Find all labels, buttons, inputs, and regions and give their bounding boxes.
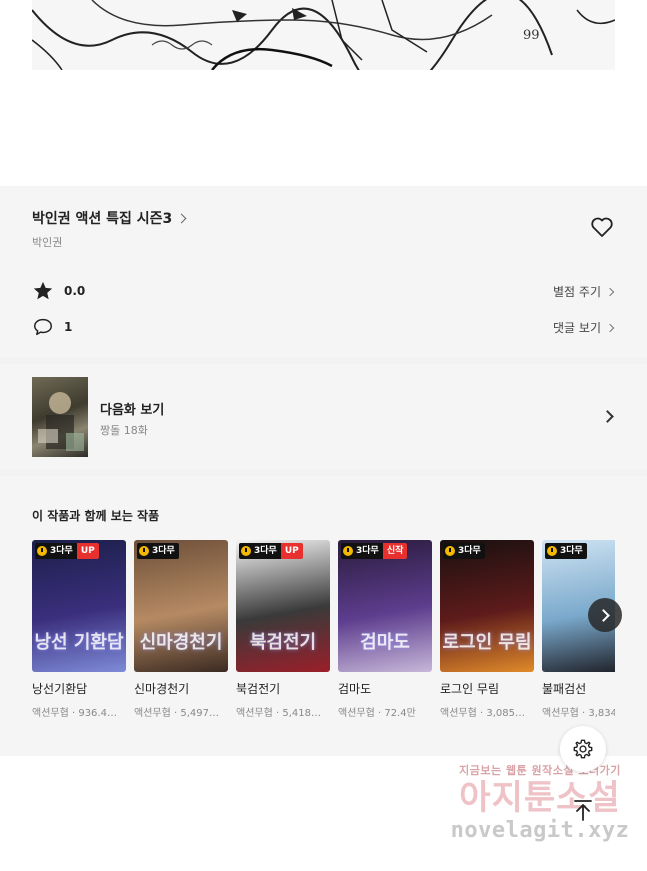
- free-wait-badge: 3다무: [239, 543, 281, 559]
- recommendation-item[interactable]: 3다무 로그인 무림 로그인 무림 액션무협 · 3,085…: [440, 540, 534, 719]
- badge-group: 3다무 UP: [239, 543, 303, 559]
- free-wait-badge: 3다무: [443, 543, 485, 559]
- clock-icon: [343, 546, 353, 556]
- heart-icon[interactable]: [590, 216, 614, 238]
- recommendations-carousel: 3다무 UP 낭선 기환담 낭선기환담 액션무협 · 936.4… 3다무 신마경천기 신마경…: [32, 540, 615, 720]
- recommendation-title: 검마도: [338, 682, 372, 696]
- comments-row: 1: [32, 316, 72, 338]
- recommendation-meta: 액션무협 · 5,497…: [134, 708, 219, 719]
- badge-group: 3다무 UP: [35, 543, 99, 559]
- recommendations-heading: 이 작품과 함께 보는 작품: [32, 509, 160, 523]
- watermark-tagline: 지금보는 웹툰 원작소설 보러가기: [459, 764, 621, 777]
- recommendation-meta: 액션무협 · 5,418…: [236, 708, 321, 719]
- recommendation-meta: 액션무협 · 936.4…: [32, 708, 117, 719]
- cover-title-art: 검마도: [360, 632, 410, 653]
- rate-button-label: 별점 주기: [553, 285, 601, 299]
- rate-button[interactable]: 별점 주기: [553, 283, 615, 300]
- recommendation-title: 불패검선: [542, 682, 587, 696]
- chevron-right-icon: [597, 608, 610, 622]
- free-wait-label: 3다무: [254, 546, 277, 556]
- thumbnail-art: [38, 392, 84, 451]
- free-wait-badge: 3다무: [545, 543, 587, 559]
- next-episode-card[interactable]: 다음화 보기 짱돌 18화: [0, 364, 647, 470]
- recommendation-cover: 3다무 신작검마도: [338, 540, 432, 672]
- badge-group: 3다무: [545, 543, 587, 559]
- comic-sound-effect: 99: [523, 28, 540, 43]
- free-wait-badge: 3다무: [35, 543, 77, 559]
- cover-title-art: 낭선 기환담: [34, 632, 124, 653]
- series-title-link[interactable]: 박인권 액션 특집 시즌3: [32, 208, 187, 228]
- next-episode-subtitle: 짱돌 18화: [100, 424, 148, 437]
- next-episode-label: 다음화 보기: [100, 403, 165, 418]
- chevron-right-icon: [176, 213, 187, 223]
- free-wait-label: 3다무: [560, 546, 583, 556]
- recommendation-item[interactable]: 3다무 UP 낭선 기환담낭선기환담액션무협 · 936.4…: [32, 540, 126, 719]
- recommendations-section: 이 작품과 함께 보는 작품 3다무 UP 낭선 기환담 낭선기환담 액션무협 · 93…: [0, 476, 647, 756]
- free-wait-label: 3다무: [152, 546, 175, 556]
- clock-icon: [37, 546, 47, 556]
- chevron-right-icon: [605, 323, 615, 332]
- view-comments-label: 댓글 보기: [553, 321, 601, 335]
- free-wait-label: 3다무: [458, 546, 481, 556]
- arrow-up-icon: [574, 800, 592, 821]
- comment-icon: [34, 318, 52, 336]
- rating-row: 0.0: [32, 280, 85, 302]
- recommendation-title: 북검전기: [236, 682, 281, 696]
- clock-icon: [445, 546, 455, 556]
- series-title: 박인권 액션 특집 시즌3: [32, 211, 173, 227]
- recommendation-title: 로그인 무림: [440, 682, 500, 696]
- clock-icon: [139, 546, 149, 556]
- free-wait-label: 3다무: [356, 546, 379, 556]
- free-wait-label: 3다무: [50, 546, 73, 556]
- chevron-right-icon: [605, 287, 615, 296]
- free-wait-badge: 3다무: [341, 543, 383, 559]
- cover-title-art: 로그인 무림: [442, 632, 532, 653]
- settings-button[interactable]: [560, 726, 606, 772]
- series-author: 박인권: [32, 236, 63, 249]
- clock-icon: [241, 546, 251, 556]
- next-episode-thumbnail: [32, 377, 88, 457]
- comments-count: 1: [64, 320, 73, 334]
- carousel-next-button[interactable]: [588, 598, 622, 632]
- recommendation-meta: 액션무협 · 72.4만: [338, 708, 416, 719]
- recommendation-title: 낭선기환담: [32, 682, 88, 696]
- view-comments-button[interactable]: 댓글 보기: [553, 319, 615, 336]
- status-badge: UP: [280, 543, 303, 559]
- gear-icon: [573, 739, 593, 759]
- comic-panel-image: 99: [32, 0, 615, 70]
- recommendation-cover: 3다무 UP 북검전기: [236, 540, 330, 672]
- clock-icon: [547, 546, 557, 556]
- watermark: 지금보는 웹툰 원작소설 보러가기 아지툰소설 novelagit.xyz: [440, 762, 640, 843]
- badge-group: 3다무: [443, 543, 485, 559]
- recommendation-meta: 액션무협 · 3,085…: [440, 708, 525, 719]
- recommendation-meta: 액션무협 · 3,834…: [542, 708, 615, 719]
- badge-group: 3다무: [137, 543, 179, 559]
- watermark-brand: 아지툰소설: [459, 778, 621, 818]
- recommendation-item[interactable]: 3다무 신마경천기 신마경천기 액션무협 · 5,497…: [134, 540, 228, 719]
- recommendation-cover: 3다무 UP 낭선 기환담: [32, 540, 126, 672]
- free-wait-badge: 3다무: [137, 543, 179, 559]
- status-badge: UP: [76, 543, 99, 559]
- series-info-card: 박인권 액션 특집 시즌3 박인권 0.0 별점 주기 1 댓글 보기: [0, 186, 647, 358]
- scroll-top-button[interactable]: [565, 792, 601, 828]
- status-badge: 신작: [382, 543, 408, 559]
- badge-group: 3다무 신작: [341, 543, 408, 559]
- cover-title-art: 신마경천기: [139, 632, 223, 653]
- star-icon: [33, 281, 53, 300]
- recommendation-item[interactable]: 3다무 UP 북검전기 북검전기 액션무협 · 5,418…: [236, 540, 330, 719]
- watermark-url: novelagit.xyz: [450, 818, 630, 843]
- recommendation-item[interactable]: 3다무 신작 검마도 검마도 액션무협 · 72.4만: [338, 540, 432, 719]
- chevron-right-icon: [601, 410, 614, 423]
- recommendation-cover: 3다무로그인 무림: [440, 540, 534, 672]
- recommendation-cover: 3다무신마경천기: [134, 540, 228, 672]
- recommendation-title: 신마경천기: [134, 682, 190, 696]
- cover-title-art: 북검전기: [249, 632, 317, 653]
- rating-value: 0.0: [64, 284, 86, 298]
